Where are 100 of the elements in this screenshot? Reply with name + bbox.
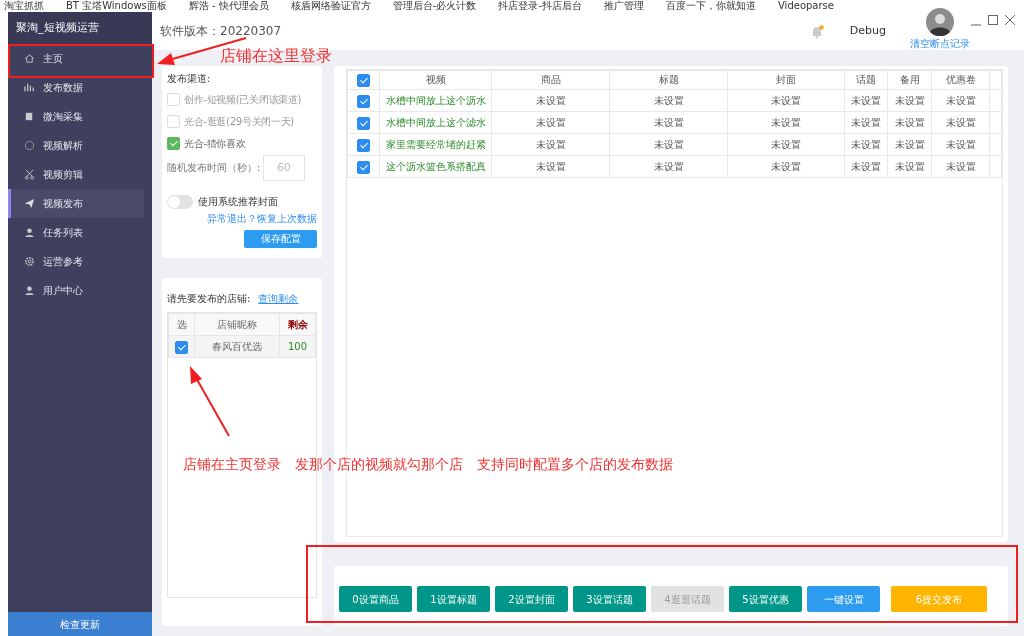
paper-plane-icon	[24, 198, 35, 209]
sidebar-item[interactable]: 视频发布	[8, 189, 144, 218]
sidebar-item[interactable]: 主页	[8, 44, 144, 73]
sidebar-item[interactable]: 视频解析	[8, 131, 144, 160]
checkbox[interactable]	[357, 116, 370, 130]
table-cell: 未设置	[844, 89, 888, 111]
sidebar-label: 视频发布	[43, 197, 83, 211]
table-cell: 未设置	[931, 133, 990, 155]
app-title: 聚淘_短视频运营	[8, 12, 152, 44]
checkbox[interactable]	[175, 341, 188, 354]
toggle-label: 使用系统推荐封面	[198, 194, 278, 209]
update-button[interactable]: 检查更新	[8, 612, 152, 636]
checkbox-label: 光合-猜你喜欢	[184, 137, 246, 151]
table-cell: 未设置	[491, 111, 610, 133]
action-button[interactable]: 2设置封面	[495, 586, 568, 612]
sidebar-item[interactable]: 任务列表	[8, 218, 144, 247]
table-cell: 家里需要经常堵的赶紧	[379, 133, 492, 155]
table-cell: 未设置	[609, 89, 728, 111]
sidebar-item[interactable]: 视频剪辑	[8, 160, 144, 189]
table-cell: 未设置	[491, 133, 610, 155]
table-cell: 未设置	[609, 133, 728, 155]
table-cell: 未设置	[887, 89, 932, 111]
debug-label[interactable]: Debug	[849, 22, 886, 40]
table-cell: 未设置	[844, 133, 888, 155]
field-label: 随机发布时间（秒）:	[167, 161, 261, 175]
table-cell: 未设置	[609, 155, 728, 177]
action-button[interactable]: 1设置标题	[417, 586, 490, 612]
sidebar-label: 主页	[43, 52, 63, 66]
sidebar-item[interactable]: 发布数据	[8, 73, 144, 102]
column-header: 店铺昵称	[194, 313, 280, 336]
table-cell: 未设置	[931, 155, 990, 177]
bookmark-link[interactable]: 管理后台-必火计数	[392, 0, 477, 12]
maximize-icon[interactable]	[987, 14, 999, 26]
sidebar-item[interactable]: 微淘采集	[8, 102, 144, 131]
toggle-switch[interactable]	[167, 194, 193, 209]
bookmark-link[interactable]: 淘宝抓抓	[4, 0, 44, 12]
action-button[interactable]: 3设置话题	[573, 586, 646, 612]
column-header: 话题	[844, 70, 888, 89]
table-cell: 未设置	[609, 111, 728, 133]
checkbox[interactable]	[167, 137, 180, 150]
gear-icon	[24, 256, 35, 267]
restore-link[interactable]: 异常退出？恢复上次数据	[207, 212, 317, 224]
sidebar-label: 任务列表	[43, 226, 83, 240]
home-icon	[24, 53, 35, 64]
table-cell: 未设置	[727, 89, 845, 111]
section-title: 请先要发布的店铺:	[167, 292, 251, 306]
sidebar-label: 视频剪辑	[43, 168, 83, 182]
query-link[interactable]: 查询剩余	[258, 291, 299, 306]
sidebar-label: 发布数据	[43, 81, 83, 95]
table-cell: 未设置	[727, 155, 845, 177]
column-header: 封面	[727, 70, 845, 89]
person-icon	[24, 227, 35, 238]
table-cell: 未设置	[931, 89, 990, 111]
table-cell: 未设置	[931, 111, 990, 133]
clear-records-link[interactable]: 清空断点记录	[910, 35, 970, 51]
column-header: 商品	[491, 70, 610, 89]
table-cell: 未设置	[727, 111, 845, 133]
scissors-icon	[24, 169, 35, 180]
table-cell: 未设置	[491, 89, 610, 111]
column-header: 标题	[609, 70, 728, 89]
version-label: 软件版本：20220307	[160, 23, 282, 40]
person-icon	[24, 285, 35, 296]
sidebar-item[interactable]: 用户中心	[8, 276, 144, 305]
sidebar-label: 视频解析	[43, 139, 83, 153]
table-cell: 水槽中间放上这个沥水	[379, 89, 492, 111]
annotation-text: 店铺在主页登录 发那个店的视频就勾那个店 支持同时配置多个店的发布数据	[183, 455, 673, 474]
bookmark-link[interactable]: BT 宝塔Windows面板	[66, 0, 167, 12]
sidebar-label: 运营参考	[43, 255, 83, 269]
checkbox[interactable]	[357, 94, 370, 108]
column-header: 剩余	[279, 313, 316, 336]
checkbox[interactable]	[357, 74, 370, 87]
table-cell: 未设置	[491, 155, 610, 177]
table-cell: 这个沥水篮色系搭配真	[379, 155, 492, 177]
annotation-text: 店铺在这里登录	[220, 45, 332, 67]
table-cell: 未设置	[887, 155, 932, 177]
table-cell: 未设置	[887, 111, 932, 133]
table-cell: 水槽中间放上这个滤水	[379, 111, 492, 133]
table-cell: 未设置	[844, 111, 888, 133]
column-header: 视频	[379, 70, 492, 89]
bookmark-link[interactable]: 抖店登录-抖店后台	[498, 0, 582, 12]
sidebar-label: 微淘采集	[43, 110, 83, 124]
sidebar-item[interactable]: 运营参考	[8, 247, 144, 276]
bar-chart-icon	[24, 82, 35, 93]
sidebar-label: 用户中心	[43, 284, 83, 298]
bookmark-link[interactable]: 辉浩 - 快代理会员	[188, 0, 269, 12]
section-title: 发布渠道:	[167, 72, 212, 86]
checkbox[interactable]	[357, 160, 370, 174]
checkbox-label: 创作-短视频(已关闭该渠道)	[184, 93, 302, 107]
close-icon[interactable]	[1004, 14, 1016, 26]
bookmark-link[interactable]: 百度一下，你就知道	[666, 0, 756, 12]
table-cell: 未设置	[887, 133, 932, 155]
bookmark-link[interactable]: Videoparse	[778, 0, 834, 12]
bookmark-link[interactable]: 推广管理	[604, 0, 644, 12]
bookmark-link[interactable]: 核盾网络验证官方	[290, 0, 371, 12]
action-button[interactable]: 5设置优惠	[729, 586, 802, 612]
action-button[interactable]: 0设置商品	[339, 586, 412, 612]
checkbox[interactable]	[357, 138, 370, 152]
avatar[interactable]	[926, 7, 954, 36]
interval-field[interactable]: 60	[262, 154, 305, 181]
circle-icon	[24, 140, 35, 151]
